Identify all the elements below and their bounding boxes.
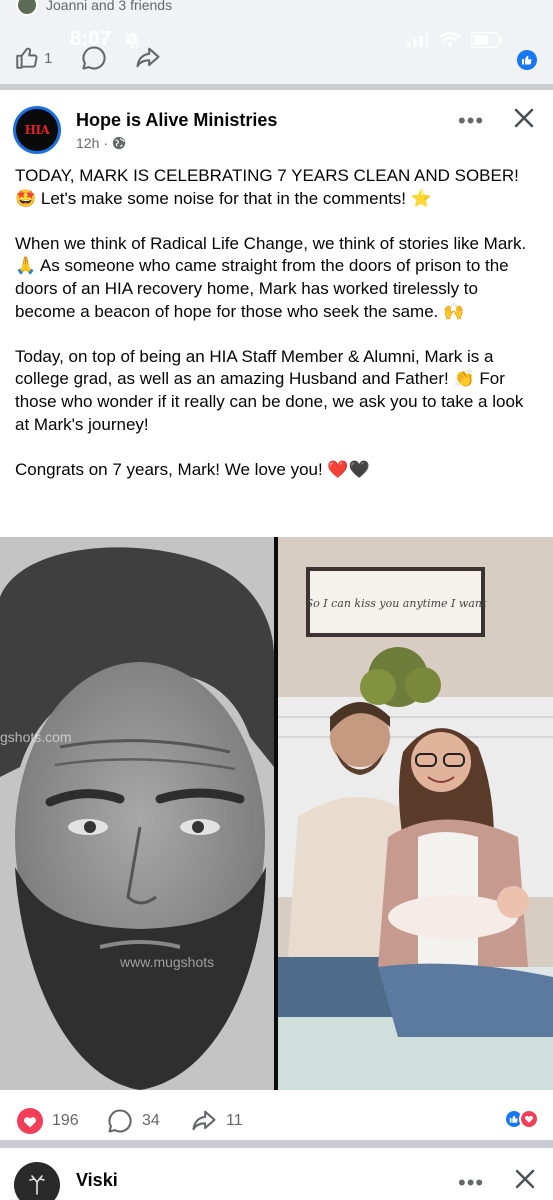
viski-page-name[interactable]: Viski [76, 1170, 118, 1191]
love-badge [519, 1109, 539, 1129]
wifi-icon [439, 32, 461, 47]
page-avatar[interactable]: HIA [13, 106, 61, 154]
share-button[interactable]: 11 [190, 1107, 243, 1135]
reactions-bar: 196 34 11 [0, 1095, 553, 1140]
post-paragraph: When we think of Radical Life Change, we… [15, 233, 527, 321]
more-options-button[interactable]: ••• [458, 108, 484, 134]
post-time[interactable]: 12h [76, 135, 99, 151]
more-options-button[interactable]: ••• [458, 1170, 484, 1196]
globe-icon [112, 136, 126, 150]
status-icons [407, 32, 503, 48]
mugshot-photo: gshots.com www.mugshots [0, 537, 274, 1090]
like-reaction-badge [517, 50, 537, 70]
love-reaction-button[interactable]: 196 [16, 1107, 79, 1135]
like-button[interactable]: 1 [14, 45, 52, 71]
post-card: HIA Hope is Alive Ministries 12h · ••• T… [0, 90, 553, 1140]
close-icon[interactable] [512, 1166, 538, 1192]
post-paragraph: Congrats on 7 years, Mark! We love you! … [15, 459, 370, 479]
share-count: 11 [226, 1112, 243, 1129]
meta-dot: · [103, 135, 109, 151]
viski-avatar[interactable] [14, 1162, 60, 1200]
comment-button[interactable] [80, 44, 108, 72]
post-paragraph: TODAY, MARK IS CELEBRATING 7 YEARS CLEAN… [15, 166, 519, 208]
comments-button[interactable]: 34 [106, 1107, 160, 1135]
close-icon[interactable] [510, 104, 538, 132]
sign-text: So I can kiss you anytime I want [306, 597, 487, 610]
heart-icon [17, 1108, 43, 1134]
post-paragraph: Today, on top of being an HIA Staff Memb… [15, 346, 524, 434]
share-icon [192, 1110, 216, 1131]
family-photo: So I can kiss you anytime I want [278, 537, 553, 1090]
comment-count: 34 [142, 1112, 160, 1129]
reaction-summary[interactable] [504, 1109, 539, 1129]
previous-post-friends[interactable]: Joanni and 3 friends [16, 0, 172, 16]
signal-icon [407, 33, 429, 47]
watermark-text: www.mugshots [119, 954, 214, 970]
comment-icon [108, 1109, 132, 1133]
comment-icon [82, 46, 106, 70]
mugshot-illustration: gshots.com www.mugshots [0, 537, 274, 1090]
love-count: 196 [52, 1112, 79, 1129]
thumbs-up-icon [509, 1115, 518, 1123]
family-illustration: So I can kiss you anytime I want [278, 537, 553, 1090]
post-header: HIA Hope is Alive Ministries 12h · ••• [0, 90, 553, 154]
previous-post: Joanni and 3 friends 8:07 1 [0, 0, 553, 84]
thumbs-up-icon [16, 47, 38, 69]
post-meta: 12h · [76, 135, 126, 151]
share-button[interactable] [134, 44, 162, 72]
more-icon: ••• [458, 1170, 485, 1195]
battery-icon [471, 32, 503, 48]
page-name[interactable]: Hope is Alive Ministries [76, 110, 277, 131]
post-photo[interactable]: gshots.com www.mugshots So I can kiss yo… [0, 537, 553, 1090]
next-post-card: Viski ••• [0, 1148, 553, 1200]
heart-icon [524, 1115, 534, 1123]
more-icon: ••• [458, 108, 485, 133]
post-text: TODAY, MARK IS CELEBRATING 7 YEARS CLEAN… [15, 165, 541, 481]
friend-avatar [16, 0, 38, 16]
watermark-text: gshots.com [0, 729, 72, 745]
previous-post-actions: 1 [14, 44, 162, 72]
share-icon [136, 47, 160, 68]
thumbs-up-icon [522, 55, 532, 65]
like-count: 1 [44, 49, 53, 67]
friends-text: Joanni and 3 friends [46, 0, 173, 13]
avatar-logo-text: HIA [24, 123, 50, 137]
antler-logo-icon [29, 1175, 45, 1195]
